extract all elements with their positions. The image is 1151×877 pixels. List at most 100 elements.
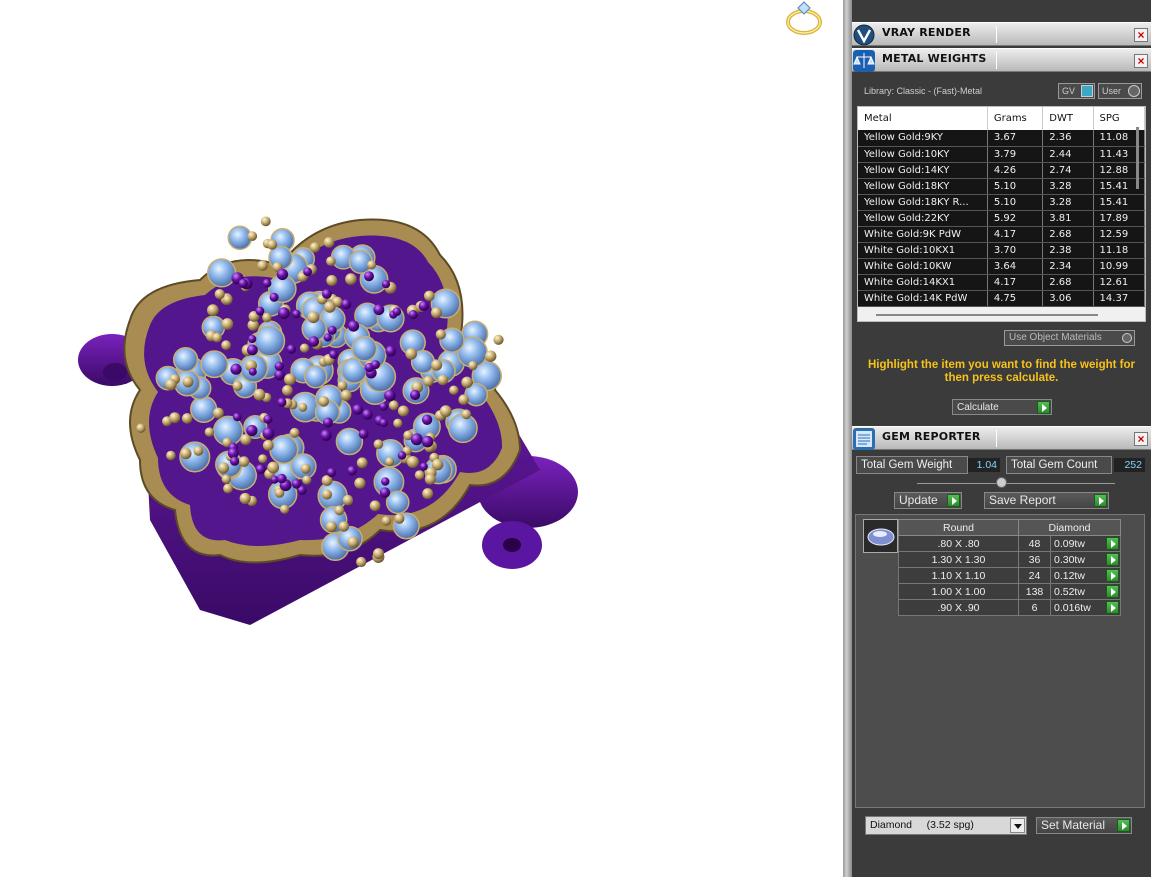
metal-name-cell: White Gold:9K PdW (858, 226, 988, 243)
gem-slider-track[interactable] (917, 483, 1115, 484)
purple-bead (347, 320, 360, 332)
metal-bead (260, 216, 271, 227)
gem-slider-knob[interactable] (996, 477, 1007, 488)
material-dropdown[interactable]: Diamond (3.52 spg) (865, 816, 1027, 835)
use-object-materials-radio[interactable] (1122, 333, 1132, 343)
purple-bead (323, 333, 332, 342)
total-gem-count-label: Total Gem Count (1006, 456, 1112, 474)
metal-bead (406, 456, 419, 468)
metal-weights-close-button[interactable]: × (1134, 54, 1148, 68)
purple-bead (262, 427, 275, 440)
gem-weight-cell: 0.52tw (1050, 583, 1121, 600)
metal-table-hscroll[interactable] (876, 314, 1098, 316)
metal-bead (298, 402, 308, 412)
metal-bead (422, 488, 434, 500)
metal-bead (180, 448, 192, 460)
col-round: Round (898, 519, 1019, 536)
metal-bead (307, 311, 320, 324)
gv-toggle[interactable]: GV (1058, 83, 1095, 99)
calculate-button[interactable]: Calculate (952, 399, 1052, 415)
purple-bead (347, 465, 357, 476)
metal-bead (280, 504, 290, 514)
metal-bead (435, 329, 446, 340)
set-material-button[interactable]: Set Material (1036, 817, 1132, 834)
gem-weight-cell: 0.016tw (1050, 599, 1121, 616)
gem-report-table[interactable]: Round Diamond .80 X .80 48 0.09tw 1.30 X 1.… (898, 519, 1121, 616)
metal-row[interactable]: White Gold:14KX1 4.17 2.68 12.61 (858, 274, 1145, 291)
spg-cell: 11.18 (1093, 242, 1145, 259)
gem-row[interactable]: 1.30 X 1.30 36 0.30tw (898, 551, 1121, 568)
purple-bead (277, 473, 287, 484)
metal-row[interactable]: Yellow Gold:10KY 3.79 2.44 11.43 (858, 146, 1145, 163)
select-gem-play-icon[interactable] (1106, 601, 1119, 614)
metal-row[interactable]: Yellow Gold:18KY 5.10 3.28 15.41 (858, 178, 1145, 195)
metal-weights-table[interactable]: Metal Grams DWT SPG Yellow Gold:9KY 3.67 2… (857, 106, 1146, 322)
jewelry-model[interactable] (0, 0, 843, 877)
metal-bead (388, 400, 399, 411)
purple-bead (248, 367, 257, 376)
user-toggle[interactable]: User (1098, 83, 1142, 99)
purple-bead (385, 345, 397, 357)
metal-name-cell: White Gold:10KX1 (858, 242, 988, 259)
gem-reporter-close-button[interactable]: × (1134, 432, 1148, 446)
vray-close-button[interactable]: × (1134, 28, 1148, 42)
metal-weights-header[interactable]: METAL WEIGHTS × (852, 48, 1151, 72)
purple-bead (278, 307, 290, 320)
panel-splitter[interactable] (843, 0, 852, 877)
metal-table-vscroll[interactable] (1136, 127, 1139, 189)
select-gem-play-icon[interactable] (1106, 553, 1119, 566)
purple-bead (255, 306, 265, 316)
purple-bead (408, 310, 418, 320)
purple-bead (263, 414, 273, 424)
3d-viewport[interactable] (0, 0, 843, 877)
metal-bead (397, 405, 409, 417)
purple-bead (255, 464, 266, 474)
metal-bead (449, 385, 459, 395)
select-gem-play-icon[interactable] (1106, 537, 1119, 550)
grams-cell: 4.75 (987, 290, 1044, 307)
purple-bead (233, 412, 242, 422)
metal-row[interactable]: Yellow Gold:9KY 3.67 2.36 11.08 (858, 130, 1145, 147)
ring-icon[interactable] (782, 0, 826, 40)
metal-bead (461, 409, 472, 420)
select-gem-play-icon[interactable] (1106, 585, 1119, 598)
metal-name-cell: White Gold:14K PdW (858, 290, 988, 307)
purple-bead (292, 309, 301, 319)
metal-row[interactable]: White Gold:10KX1 3.70 2.38 11.18 (858, 242, 1145, 259)
select-gem-play-icon[interactable] (1106, 569, 1119, 582)
metal-row[interactable]: White Gold:10KW 3.64 2.34 10.99 (858, 258, 1145, 275)
purple-bead (397, 451, 407, 460)
col-dwt[interactable]: DWT (1042, 107, 1094, 130)
metal-bead (218, 462, 230, 474)
metal-row[interactable]: White Gold:14K PdW 4.75 3.06 14.37 (858, 290, 1145, 307)
purple-bead (410, 389, 421, 401)
gem-row[interactable]: 1.10 X 1.10 24 0.12tw (898, 567, 1121, 584)
metal-bead (221, 340, 232, 351)
spg-cell: 12.59 (1093, 226, 1145, 243)
save-report-button[interactable]: Save Report (984, 492, 1109, 509)
metal-weights-title: METAL WEIGHTS (882, 52, 987, 65)
gem-weight-cell: 0.12tw (1050, 567, 1121, 584)
round-diamond-thumbnail[interactable] (863, 519, 898, 553)
metal-bead (247, 231, 258, 241)
update-button[interactable]: Update (894, 492, 962, 509)
col-metal[interactable]: Metal (858, 107, 988, 130)
gem-row[interactable]: 1.00 X 1.00 138 0.52tw (898, 583, 1121, 600)
metal-bead (182, 376, 194, 388)
gem-stone (385, 490, 410, 515)
gem-reporter-header[interactable]: GEM REPORTER × (852, 426, 1151, 450)
purple-bead (322, 417, 333, 428)
gem-row[interactable]: .90 X .90 6 0.016tw (898, 599, 1121, 616)
col-grams[interactable]: Grams (987, 107, 1044, 130)
vray-render-header[interactable]: VRAY RENDER × (852, 22, 1151, 46)
metal-row[interactable]: Yellow Gold:22KY 5.92 3.81 17.89 (858, 210, 1145, 227)
metal-row[interactable]: Yellow Gold:18KY R... 5.10 3.28 15.41 (858, 194, 1145, 211)
grams-cell: 3.64 (987, 258, 1044, 275)
gem-row[interactable]: .80 X .80 48 0.09tw (898, 535, 1121, 552)
purple-bead (384, 389, 396, 402)
chevron-down-icon[interactable] (1010, 818, 1025, 833)
metal-row[interactable]: White Gold:9K PdW 4.17 2.68 12.59 (858, 226, 1145, 243)
use-object-materials-toggle[interactable]: Use Object Materials (1004, 330, 1135, 346)
metal-row[interactable]: Yellow Gold:14KY 4.26 2.74 12.88 (858, 162, 1145, 179)
metal-bead (238, 456, 250, 467)
